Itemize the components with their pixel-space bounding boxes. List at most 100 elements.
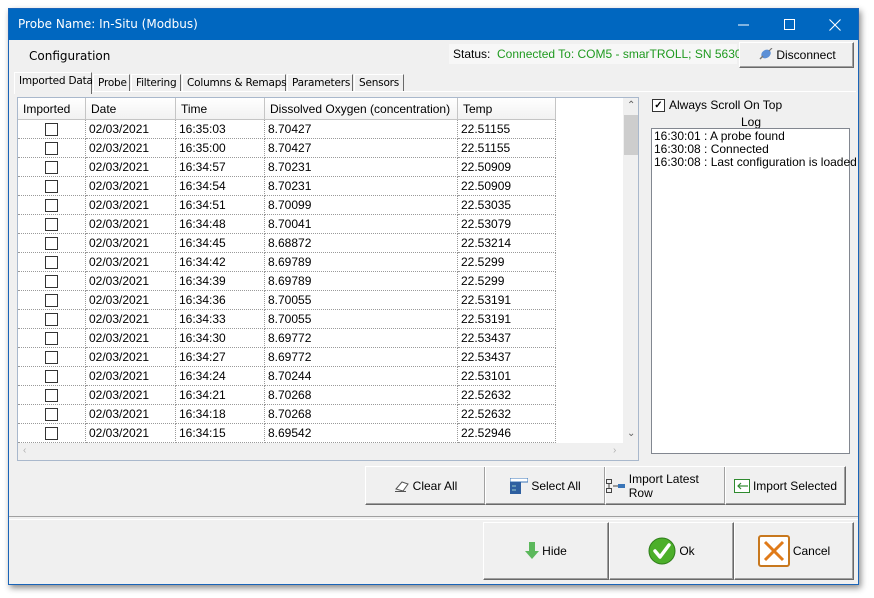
- date-cell: 02/03/2021: [86, 329, 176, 348]
- table-row[interactable]: 02/03/2021 16:34:21 8.70268 22.52632: [18, 386, 556, 405]
- imported-checkbox[interactable]: [45, 255, 58, 269]
- tab-sensors[interactable]: Sensors: [354, 74, 404, 92]
- table-row[interactable]: 02/03/2021 16:34:36 8.70055 22.53191: [18, 291, 556, 310]
- tab-filtering[interactable]: Filtering: [131, 74, 181, 92]
- table-row[interactable]: 02/03/2021 16:34:39 8.69789 22.5299: [18, 272, 556, 291]
- select-all-label: Select All: [531, 478, 581, 493]
- time-cell: 16:34:18: [176, 405, 265, 424]
- imported-cell: [18, 310, 86, 329]
- table-row[interactable]: 02/03/2021 16:34:45 8.68872 22.53214: [18, 234, 556, 253]
- table-row[interactable]: 02/03/2021 16:34:42 8.69789 22.5299: [18, 253, 556, 272]
- checkmark-circle-icon: [648, 537, 676, 565]
- imported-checkbox[interactable]: [45, 160, 58, 174]
- imported-checkbox[interactable]: [45, 350, 58, 364]
- maximize-button[interactable]: [766, 9, 812, 40]
- table-row[interactable]: 02/03/2021 16:35:03 8.70427 22.51155: [18, 120, 556, 139]
- temp-cell: 22.52632: [458, 386, 556, 405]
- tab-parameters[interactable]: Parameters: [287, 74, 353, 92]
- vertical-scrollbar[interactable]: ⌃ ⌄: [623, 98, 638, 443]
- table-row[interactable]: 02/03/2021 16:34:54 8.70231 22.50909: [18, 177, 556, 196]
- import-latest-row-label: Import Latest Row: [628, 471, 699, 500]
- table-row[interactable]: 02/03/2021 16:34:48 8.70041 22.53079: [18, 215, 556, 234]
- disconnect-button[interactable]: Disconnect: [739, 42, 854, 68]
- temp-cell: 22.53214: [458, 234, 556, 253]
- tab-probe[interactable]: Probe: [93, 74, 130, 92]
- time-cell: 16:34:33: [176, 310, 265, 329]
- imported-checkbox[interactable]: [45, 426, 58, 440]
- vertical-scroll-thumb[interactable]: [624, 115, 638, 155]
- clear-all-label: Clear All: [412, 478, 458, 493]
- imported-cell: [18, 272, 86, 291]
- table-row[interactable]: 02/03/2021 16:34:18 8.70268 22.52632: [18, 405, 556, 424]
- date-cell: 02/03/2021: [86, 196, 176, 215]
- dissolved-oxygen-cell: 8.70231: [265, 177, 458, 196]
- select-all-button[interactable]: Select All: [485, 466, 606, 505]
- scroll-down-icon[interactable]: ⌄: [627, 428, 635, 439]
- table-row[interactable]: 02/03/2021 16:34:33 8.70055 22.53191: [18, 310, 556, 329]
- imported-checkbox[interactable]: [45, 407, 58, 421]
- minimize-icon: [737, 24, 749, 26]
- tab-columns-remaps[interactable]: Columns & Remaps: [182, 74, 287, 92]
- always-scroll-checkbox[interactable]: ✓: [652, 99, 665, 112]
- table-row[interactable]: 02/03/2021 16:34:24 8.70244 22.53101: [18, 367, 556, 386]
- dissolved-oxygen-cell: 8.69772: [265, 329, 458, 348]
- cancel-x-icon: [757, 535, 790, 567]
- column-header-time[interactable]: Time: [176, 98, 265, 120]
- imported-checkbox[interactable]: [45, 274, 58, 288]
- table-row[interactable]: 02/03/2021 16:34:27 8.69772 22.53437: [18, 348, 556, 367]
- imported-checkbox[interactable]: [45, 122, 58, 136]
- imported-checkbox[interactable]: [45, 236, 58, 250]
- import-latest-row-button[interactable]: Import Latest Row: [605, 466, 726, 505]
- imported-checkbox[interactable]: [45, 388, 58, 402]
- time-cell: 16:34:36: [176, 291, 265, 310]
- dissolved-oxygen-cell: 8.70231: [265, 158, 458, 177]
- column-header-imported[interactable]: Imported: [18, 98, 86, 120]
- imported-checkbox[interactable]: [45, 331, 58, 345]
- table-row[interactable]: 02/03/2021 16:35:00 8.70427 22.51155: [18, 139, 556, 158]
- scroll-left-icon[interactable]: ‹: [23, 445, 26, 456]
- imported-checkbox[interactable]: [45, 217, 58, 231]
- dissolved-oxygen-cell: 8.70427: [265, 139, 458, 158]
- imported-checkbox[interactable]: [45, 312, 58, 326]
- imported-checkbox[interactable]: [45, 198, 58, 212]
- column-header-dissolved-oxygen[interactable]: Dissolved Oxygen (concentration): [265, 98, 458, 120]
- maximize-icon: [783, 19, 795, 30]
- log-box[interactable]: 16:30:01 : A probe found 16:30:08 : Conn…: [651, 128, 857, 454]
- eraser-icon: [394, 480, 409, 492]
- imported-checkbox[interactable]: [45, 369, 58, 383]
- hide-button[interactable]: Hide: [483, 522, 609, 580]
- tab-imported-data[interactable]: Imported Data: [14, 72, 93, 94]
- imported-checkbox[interactable]: [45, 179, 58, 193]
- table-row[interactable]: 02/03/2021 16:34:30 8.69772 22.53437: [18, 329, 556, 348]
- table-row[interactable]: 02/03/2021 16:34:51 8.70099 22.53035: [18, 196, 556, 215]
- data-grid[interactable]: Imported Date Time Dissolved Oxygen (con…: [17, 97, 639, 461]
- time-cell: 16:34:54: [176, 177, 265, 196]
- clear-all-button[interactable]: Clear All: [365, 466, 486, 505]
- imported-checkbox[interactable]: [45, 141, 58, 155]
- horizontal-scrollbar[interactable]: ‹ ›: [18, 443, 638, 460]
- date-cell: 02/03/2021: [86, 177, 176, 196]
- import-selected-button[interactable]: Import Selected: [725, 466, 846, 505]
- minimize-button[interactable]: [720, 9, 766, 40]
- imported-cell: [18, 158, 86, 177]
- table-row[interactable]: 02/03/2021 16:34:57 8.70231 22.50909: [18, 158, 556, 177]
- scroll-up-icon[interactable]: ⌃: [627, 100, 635, 111]
- time-cell: 16:34:24: [176, 367, 265, 386]
- column-header-date[interactable]: Date: [86, 98, 176, 120]
- cancel-button[interactable]: Cancel: [734, 522, 854, 580]
- title-bar[interactable]: Probe Name: In-Situ (Modbus): [9, 9, 858, 40]
- ok-button[interactable]: Ok: [609, 522, 734, 580]
- window-title: Probe Name: In-Situ (Modbus): [18, 17, 198, 31]
- scroll-right-icon[interactable]: ›: [613, 445, 616, 456]
- imported-cell: [18, 386, 86, 405]
- table-row[interactable]: 02/03/2021 16:34:15 8.69542 22.52946: [18, 424, 556, 443]
- close-button[interactable]: [812, 9, 858, 40]
- temp-cell: 22.5299: [458, 253, 556, 272]
- imported-checkbox[interactable]: [45, 293, 58, 307]
- time-cell: 16:35:00: [176, 139, 265, 158]
- temp-cell: 22.51155: [458, 139, 556, 158]
- imported-cell: [18, 405, 86, 424]
- temp-cell: 22.53191: [458, 310, 556, 329]
- time-cell: 16:34:51: [176, 196, 265, 215]
- column-header-temp[interactable]: Temp: [458, 98, 556, 120]
